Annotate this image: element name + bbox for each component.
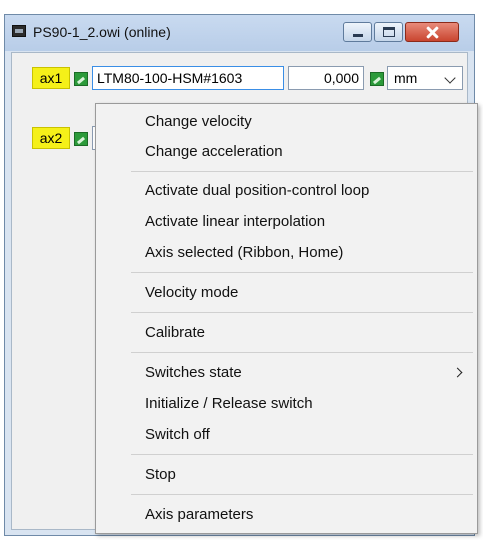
menu-separator (131, 494, 473, 495)
menu-separator (131, 272, 473, 273)
menu-item-change-acceleration[interactable]: Change acceleration (96, 137, 477, 167)
unit-select[interactable]: mm (387, 66, 463, 90)
menu-separator (131, 352, 473, 353)
title-bar[interactable]: PS90-1_2.owi (online) (5, 15, 474, 51)
link-icon[interactable] (370, 72, 384, 86)
menu-item-switch-off[interactable]: Switch off (96, 420, 477, 450)
menu-item-activate-linear-interpolation[interactable]: Activate linear interpolation (96, 207, 477, 237)
menu-item-change-velocity[interactable]: Change velocity (96, 107, 477, 137)
menu-item-label: Switches state (145, 364, 242, 381)
position-value-field[interactable]: 0,000 (288, 66, 364, 90)
menu-item-initialize-release-switch[interactable]: Initialize / Release switch (96, 389, 477, 419)
app-icon (12, 25, 26, 37)
menu-item-switches-state[interactable]: Switches state (96, 358, 477, 388)
menu-item-axis-parameters[interactable]: Axis parameters (96, 500, 477, 530)
link-icon[interactable] (74, 72, 88, 86)
menu-item-calibrate[interactable]: Calibrate (96, 318, 477, 348)
axis-tag-ax1[interactable]: ax1 (32, 67, 70, 89)
chevron-right-icon (452, 367, 463, 378)
menu-separator (131, 171, 473, 172)
axis-tag-ax2[interactable]: ax2 (32, 127, 70, 149)
chevron-down-icon (444, 72, 456, 84)
maximize-button[interactable] (374, 22, 403, 42)
menu-item-axis-selected[interactable]: Axis selected (Ribbon, Home) (96, 238, 477, 268)
menu-item-stop[interactable]: Stop (96, 460, 477, 490)
close-button[interactable] (405, 22, 459, 42)
window-title: PS90-1_2.owi (online) (33, 24, 171, 40)
menu-separator (131, 454, 473, 455)
menu-separator (131, 312, 473, 313)
unit-select-value: mm (394, 70, 418, 86)
menu-item-velocity-mode[interactable]: Velocity mode (96, 278, 477, 308)
menu-item-activate-dual-loop[interactable]: Activate dual position-control loop (96, 176, 477, 206)
minimize-button[interactable] (343, 22, 372, 42)
context-menu: Change velocity Change acceleration Acti… (95, 103, 478, 534)
axis-name-field[interactable]: LTM80-100-HSM#1603 (92, 66, 284, 90)
link-icon[interactable] (74, 132, 88, 146)
